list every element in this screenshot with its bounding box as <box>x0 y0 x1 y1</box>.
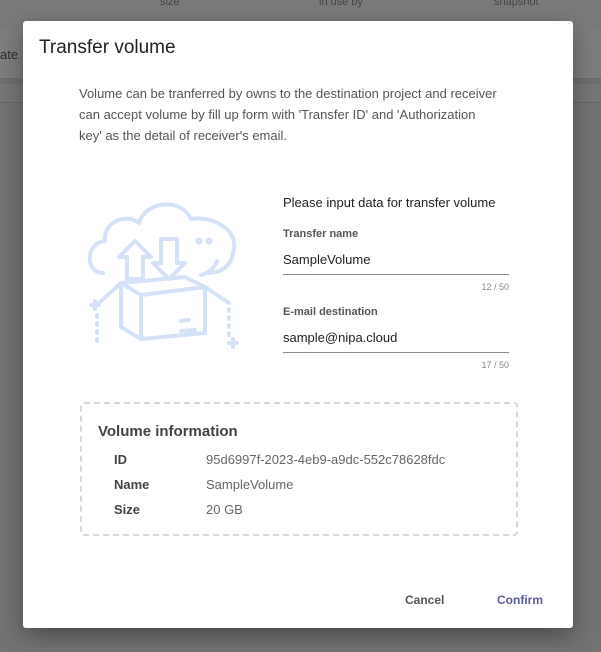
volume-information-title: Volume information <box>98 423 238 440</box>
volume-name-row: Name SampleVolume <box>114 477 293 492</box>
cancel-button[interactable]: Cancel <box>405 593 444 607</box>
transfer-name-label: Transfer name <box>283 228 359 240</box>
dialog-description: Volume can be tranferred by owns to the … <box>79 86 497 143</box>
dialog-title: Transfer volume <box>39 37 176 58</box>
volume-id-key: ID <box>114 452 127 467</box>
form-heading: Please input data for transfer volume <box>283 195 496 210</box>
confirm-button[interactable]: Confirm <box>497 593 543 607</box>
transfer-volume-dialog: Transfer volume Volume can be tranferred… <box>23 21 573 628</box>
transfer-form: Please input data for transfer volume Tr… <box>283 195 509 384</box>
volume-size-key: Size <box>114 502 141 517</box>
transfer-name-input[interactable] <box>283 243 509 275</box>
volume-size-value: 20 GB <box>206 502 243 517</box>
volume-id-value: 95d6997f-2023-4eb9-a9dc-552c78628fdc <box>206 452 446 467</box>
volume-size-row: Size 20 GB <box>114 502 243 517</box>
email-destination-label: E-mail destination <box>283 306 378 318</box>
email-destination-input[interactable] <box>283 321 509 353</box>
background-column-in-use-by: in use by <box>319 0 364 8</box>
volume-name-key: Name <box>114 477 150 492</box>
cloud-transfer-box-icon <box>83 191 243 356</box>
transfer-name-counter: 12 / 50 <box>481 282 509 292</box>
email-destination-counter: 17 / 50 <box>481 360 509 370</box>
transfer-name-field: Transfer name 12 / 50 <box>283 228 509 306</box>
volume-id-row: ID 95d6997f-2023-4eb9-a9dc-552c78628fdc <box>114 452 445 467</box>
volume-name-value: SampleVolume <box>206 477 294 492</box>
background-column-size: size <box>160 0 180 8</box>
email-destination-field: E-mail destination 17 / 50 <box>283 306 509 384</box>
background-column-snapshot: snapshot <box>494 0 539 8</box>
background-toolbar-text: ate <box>0 47 19 62</box>
volume-information-box: Volume information ID 95d6997f-2023-4eb9-… <box>80 402 518 536</box>
